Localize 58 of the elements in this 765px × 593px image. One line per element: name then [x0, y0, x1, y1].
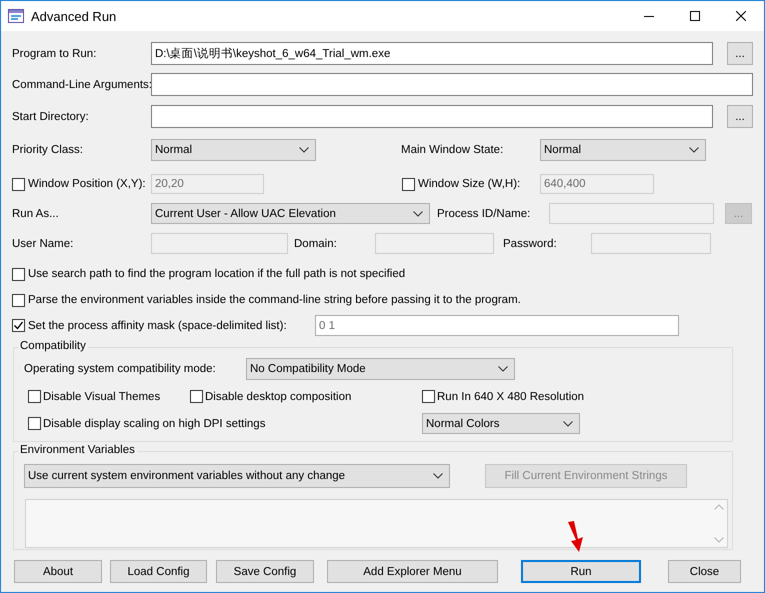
- field-label: Priority Class:: [12, 144, 83, 156]
- field-label: User Name:: [12, 238, 74, 250]
- dropdown[interactable]: Normal: [540, 139, 706, 161]
- dropdown[interactable]: Normal Colors: [422, 413, 580, 434]
- input-field[interactable]: D:\桌面\说明书\keyshot_6_w64_Trial_wm.exe: [151, 42, 713, 65]
- checkbox[interactable]: [190, 390, 203, 403]
- checkbox-label: Use search path to find the program location if the full path is not specified: [28, 268, 406, 280]
- checkbox-label: Disable desktop composition: [205, 390, 352, 402]
- input-field[interactable]: [151, 105, 713, 128]
- button[interactable]: Load Config: [110, 560, 207, 583]
- checkbox[interactable]: [12, 268, 25, 280]
- chevron-icon: [498, 366, 508, 372]
- group-title: Environment Variables: [18, 444, 137, 456]
- field-label: Process ID/Name:: [437, 208, 530, 220]
- field-label: Main Window State:: [401, 144, 504, 156]
- checkbox-label: Parse the environment variables inside the command-line string before passing it to the program.: [28, 294, 521, 306]
- button[interactable]: ...: [727, 42, 753, 65]
- group-title: Compatibility: [18, 340, 88, 352]
- dropdown[interactable]: Normal: [151, 139, 316, 161]
- dropdown[interactable]: Current User - Allow UAC Elevation: [151, 203, 430, 224]
- checkbox-label: Set the process affinity mask (space-delimited list):: [28, 320, 287, 332]
- checkbox-label: Window Size (W,H):: [418, 178, 520, 190]
- close-icon: [736, 11, 746, 21]
- button[interactable]: Run: [521, 560, 641, 583]
- chevron-icon: [689, 147, 699, 153]
- maximize-icon: [690, 11, 700, 21]
- dropdown[interactable]: No Compatibility Mode: [246, 358, 515, 380]
- chevron-icon: [433, 473, 443, 479]
- app-icon: [8, 8, 24, 24]
- field-label: Operating system compatibility mode:: [24, 363, 216, 375]
- field-label: Domain:: [294, 238, 337, 250]
- field-label: Program to Run:: [12, 48, 96, 60]
- checkbox[interactable]: [422, 390, 435, 403]
- pointer-arrow-icon: [568, 521, 583, 552]
- field-label: Password:: [503, 238, 557, 250]
- chevron-icon: [413, 210, 423, 216]
- checkbox[interactable]: [12, 294, 25, 306]
- dropdown[interactable]: Use current system environment variables without any change: [24, 464, 450, 488]
- checkbox-label: Run In 640 X 480 Resolution: [437, 390, 584, 402]
- checkbox-label: Disable display scaling on high DPI settings: [43, 418, 266, 430]
- input-field[interactable]: [151, 73, 753, 96]
- checkbox[interactable]: [12, 319, 25, 332]
- button[interactable]: Add Explorer Menu: [327, 560, 498, 583]
- chevron-icon: [299, 147, 309, 153]
- button[interactable]: About: [14, 560, 102, 583]
- checkbox-label: Window Position (X,Y):: [28, 178, 146, 190]
- button[interactable]: Save Config: [216, 560, 314, 583]
- window-title: Advanced Run: [31, 8, 116, 24]
- chevron-icon: [563, 420, 573, 426]
- button[interactable]: Close: [668, 560, 741, 583]
- field-label: Command-Line Arguments:: [12, 78, 152, 90]
- field-label: Run As...: [12, 208, 59, 220]
- checkbox[interactable]: [28, 417, 41, 430]
- input-field[interactable]: 0 1: [315, 315, 679, 336]
- checkbox-label: Disable Visual Themes: [43, 390, 160, 402]
- checkbox[interactable]: [28, 390, 41, 403]
- button[interactable]: ...: [727, 105, 753, 128]
- field-label: Start Directory:: [12, 110, 89, 122]
